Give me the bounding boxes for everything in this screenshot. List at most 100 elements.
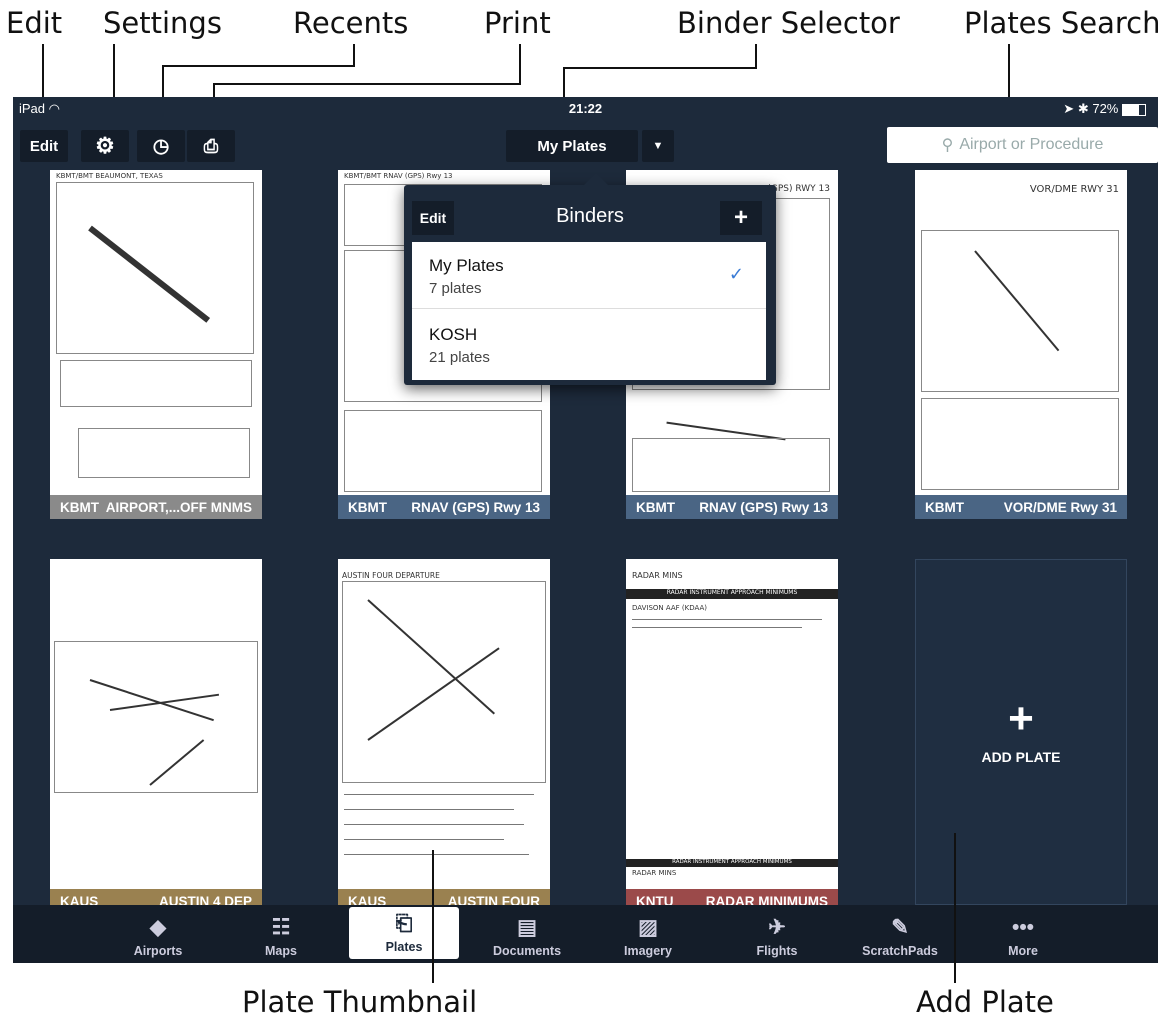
leader-recents-v1 <box>353 44 355 66</box>
plate-label-bar: KBMT VOR/DME Rwy 31 <box>915 495 1127 519</box>
status-time: 21:22 <box>568 101 603 116</box>
plates-search-input[interactable]: ⚲ Airport or Procedure <box>887 127 1158 163</box>
plates-icon: ⎗ <box>395 912 413 935</box>
plate-label-bar: KBMT RNAV (GPS) Rwy 13 <box>338 495 550 519</box>
documents-icon: ▤ <box>517 916 537 939</box>
binders-popup: Edit Binders + My Plates 7 plates ✓ KOSH… <box>404 173 776 385</box>
tab-plates[interactable]: ⎗ Plates <box>349 907 459 959</box>
leader-binder-v1 <box>755 44 757 68</box>
plate-header-text: RADAR MINS <box>632 571 683 580</box>
text-line <box>344 794 534 795</box>
callout-add-plate: Add Plate <box>916 985 1054 1019</box>
plate-image: AUSTIN FOUR DEPARTURE <box>338 559 550 889</box>
plate-footer-title: RADAR MINS <box>632 869 677 877</box>
printer-icon: ⎙ <box>203 135 219 156</box>
caret-down-icon: ▼ <box>652 140 664 152</box>
gear-icon: ⚙ <box>95 133 115 158</box>
status-bar: iPad ◠ 21:22 ➤ ✱ 72% <box>13 97 1158 119</box>
binder-name: KOSH <box>429 325 478 344</box>
text-line <box>632 627 802 628</box>
plate-footer: RADAR INSTRUMENT APPROACH MINIMUMS <box>626 859 838 867</box>
tab-flights[interactable]: ✈ Flights <box>722 905 832 963</box>
more-icon: ••• <box>1011 916 1035 939</box>
tab-more[interactable]: ••• More <box>968 905 1078 963</box>
tab-documents[interactable]: ▤ Documents <box>472 905 582 963</box>
tab-imagery[interactable]: ▨ Imagery <box>593 905 703 963</box>
scratchpads-icon: ✎ <box>891 916 909 939</box>
callout-edit: Edit <box>6 6 63 40</box>
status-right: ➤ ✱ 72% <box>1063 101 1146 117</box>
leader-add-plate <box>954 833 956 983</box>
leader-print-v1 <box>519 44 521 84</box>
flights-icon: ✈ <box>768 916 786 939</box>
settings-button[interactable]: ⚙ <box>81 130 129 162</box>
plate-image: KBMT/BMT BEAUMONT, TEXAS <box>50 170 262 495</box>
binder-item-kosh[interactable]: KOSH 21 plates <box>412 309 766 379</box>
plate-airport-line: DAVISON AAF (KDAA) <box>632 604 707 612</box>
airport-icon: ◆ <box>149 916 167 939</box>
leader-print-h <box>213 83 521 85</box>
recents-button[interactable]: ◷ <box>137 130 185 162</box>
plate-image: RADAR MINS RADAR INSTRUMENT APPROACH MIN… <box>626 559 838 889</box>
clock-icon: ◷ <box>152 135 170 157</box>
callout-recents: Recents <box>293 6 409 40</box>
plus-icon: + <box>1008 694 1034 743</box>
print-button[interactable]: ⎙ <box>187 130 235 162</box>
tab-maps[interactable]: ☷ Maps <box>226 905 336 963</box>
text-line <box>344 809 514 810</box>
text-line <box>632 619 822 620</box>
plate-table <box>344 410 542 492</box>
bluetooth-icon: ✱ <box>1077 101 1089 116</box>
binder-item-my-plates[interactable]: My Plates 7 plates ✓ <box>412 242 766 309</box>
binder-dropdown-button[interactable]: ▼ <box>642 130 674 162</box>
binder-count: 21 plates <box>429 349 490 366</box>
add-plate-button[interactable]: + ADD PLATE <box>915 559 1127 905</box>
plate-frame <box>54 641 258 793</box>
plate-table <box>921 398 1119 490</box>
plate-table <box>60 360 252 407</box>
binders-list: My Plates 7 plates ✓ KOSH 21 plates <box>412 242 766 380</box>
plus-icon: + <box>733 204 748 231</box>
tab-scratchpads[interactable]: ✎ ScratchPads <box>845 905 955 963</box>
plate-frame <box>56 182 254 354</box>
text-line <box>344 854 529 855</box>
tab-airports[interactable]: ◆ Airports <box>103 905 213 963</box>
plate-label-bar: KBMT RNAV (GPS) Rwy 13 <box>626 495 838 519</box>
edit-button[interactable]: Edit <box>20 130 68 162</box>
plate-subheader: RADAR INSTRUMENT APPROACH MINIMUMS <box>626 589 838 599</box>
search-icon: ⚲ <box>941 137 954 154</box>
plate-header-text: (GPS) RWY 13 <box>767 184 830 194</box>
binder-name: My Plates <box>429 256 504 275</box>
ipad-screen: iPad ◠ 21:22 ➤ ✱ 72% Edit ⚙ ◷ ⎙ My Plate… <box>13 97 1158 963</box>
leader-recents-h <box>162 65 355 67</box>
plate-frame <box>921 230 1119 392</box>
plate-image: VOR/DME RWY 31 <box>915 170 1127 495</box>
battery-icon <box>1122 103 1146 116</box>
plate-frame <box>342 581 546 783</box>
plate-header-text: KBMT/BMT BEAUMONT, TEXAS <box>56 172 163 180</box>
text-line <box>344 824 524 825</box>
plate-label-bar: KBMT AIRPORT,...OFF MNMS <box>50 495 262 519</box>
plate-header-text: VOR/DME RWY 31 <box>1029 184 1119 195</box>
binder-count: 7 plates <box>429 280 482 297</box>
binder-selector-button[interactable]: My Plates <box>506 130 638 162</box>
plate-image <box>50 559 262 889</box>
callout-plates-search: Plates Search <box>964 6 1158 40</box>
add-plate-label: ADD PLATE <box>981 749 1061 765</box>
leader-binder-h <box>563 67 757 69</box>
leader-plate-thumbnail <box>432 850 434 983</box>
plate-header-text: KBMT/BMT RNAV (GPS) Rwy 13 <box>344 172 453 180</box>
plate-table <box>78 428 250 478</box>
callout-print: Print <box>484 6 551 40</box>
text-line <box>344 839 504 840</box>
callout-plate-thumbnail: Plate Thumbnail <box>242 985 478 1019</box>
callout-binder-selector: Binder Selector <box>677 6 900 40</box>
callout-settings: Settings <box>103 6 222 40</box>
plate-header-text: AUSTIN FOUR DEPARTURE <box>342 571 440 580</box>
map-icon: ☷ <box>271 916 291 939</box>
tab-bar: ◆ Airports ☷ Maps ⎗ Plates ▤ Documents ▨ Imag… <box>13 905 1158 963</box>
checkmark-icon: ✓ <box>728 264 744 285</box>
location-icon: ➤ <box>1063 101 1075 116</box>
popup-arrow <box>582 173 610 187</box>
add-binder-button[interactable]: + <box>720 201 762 235</box>
